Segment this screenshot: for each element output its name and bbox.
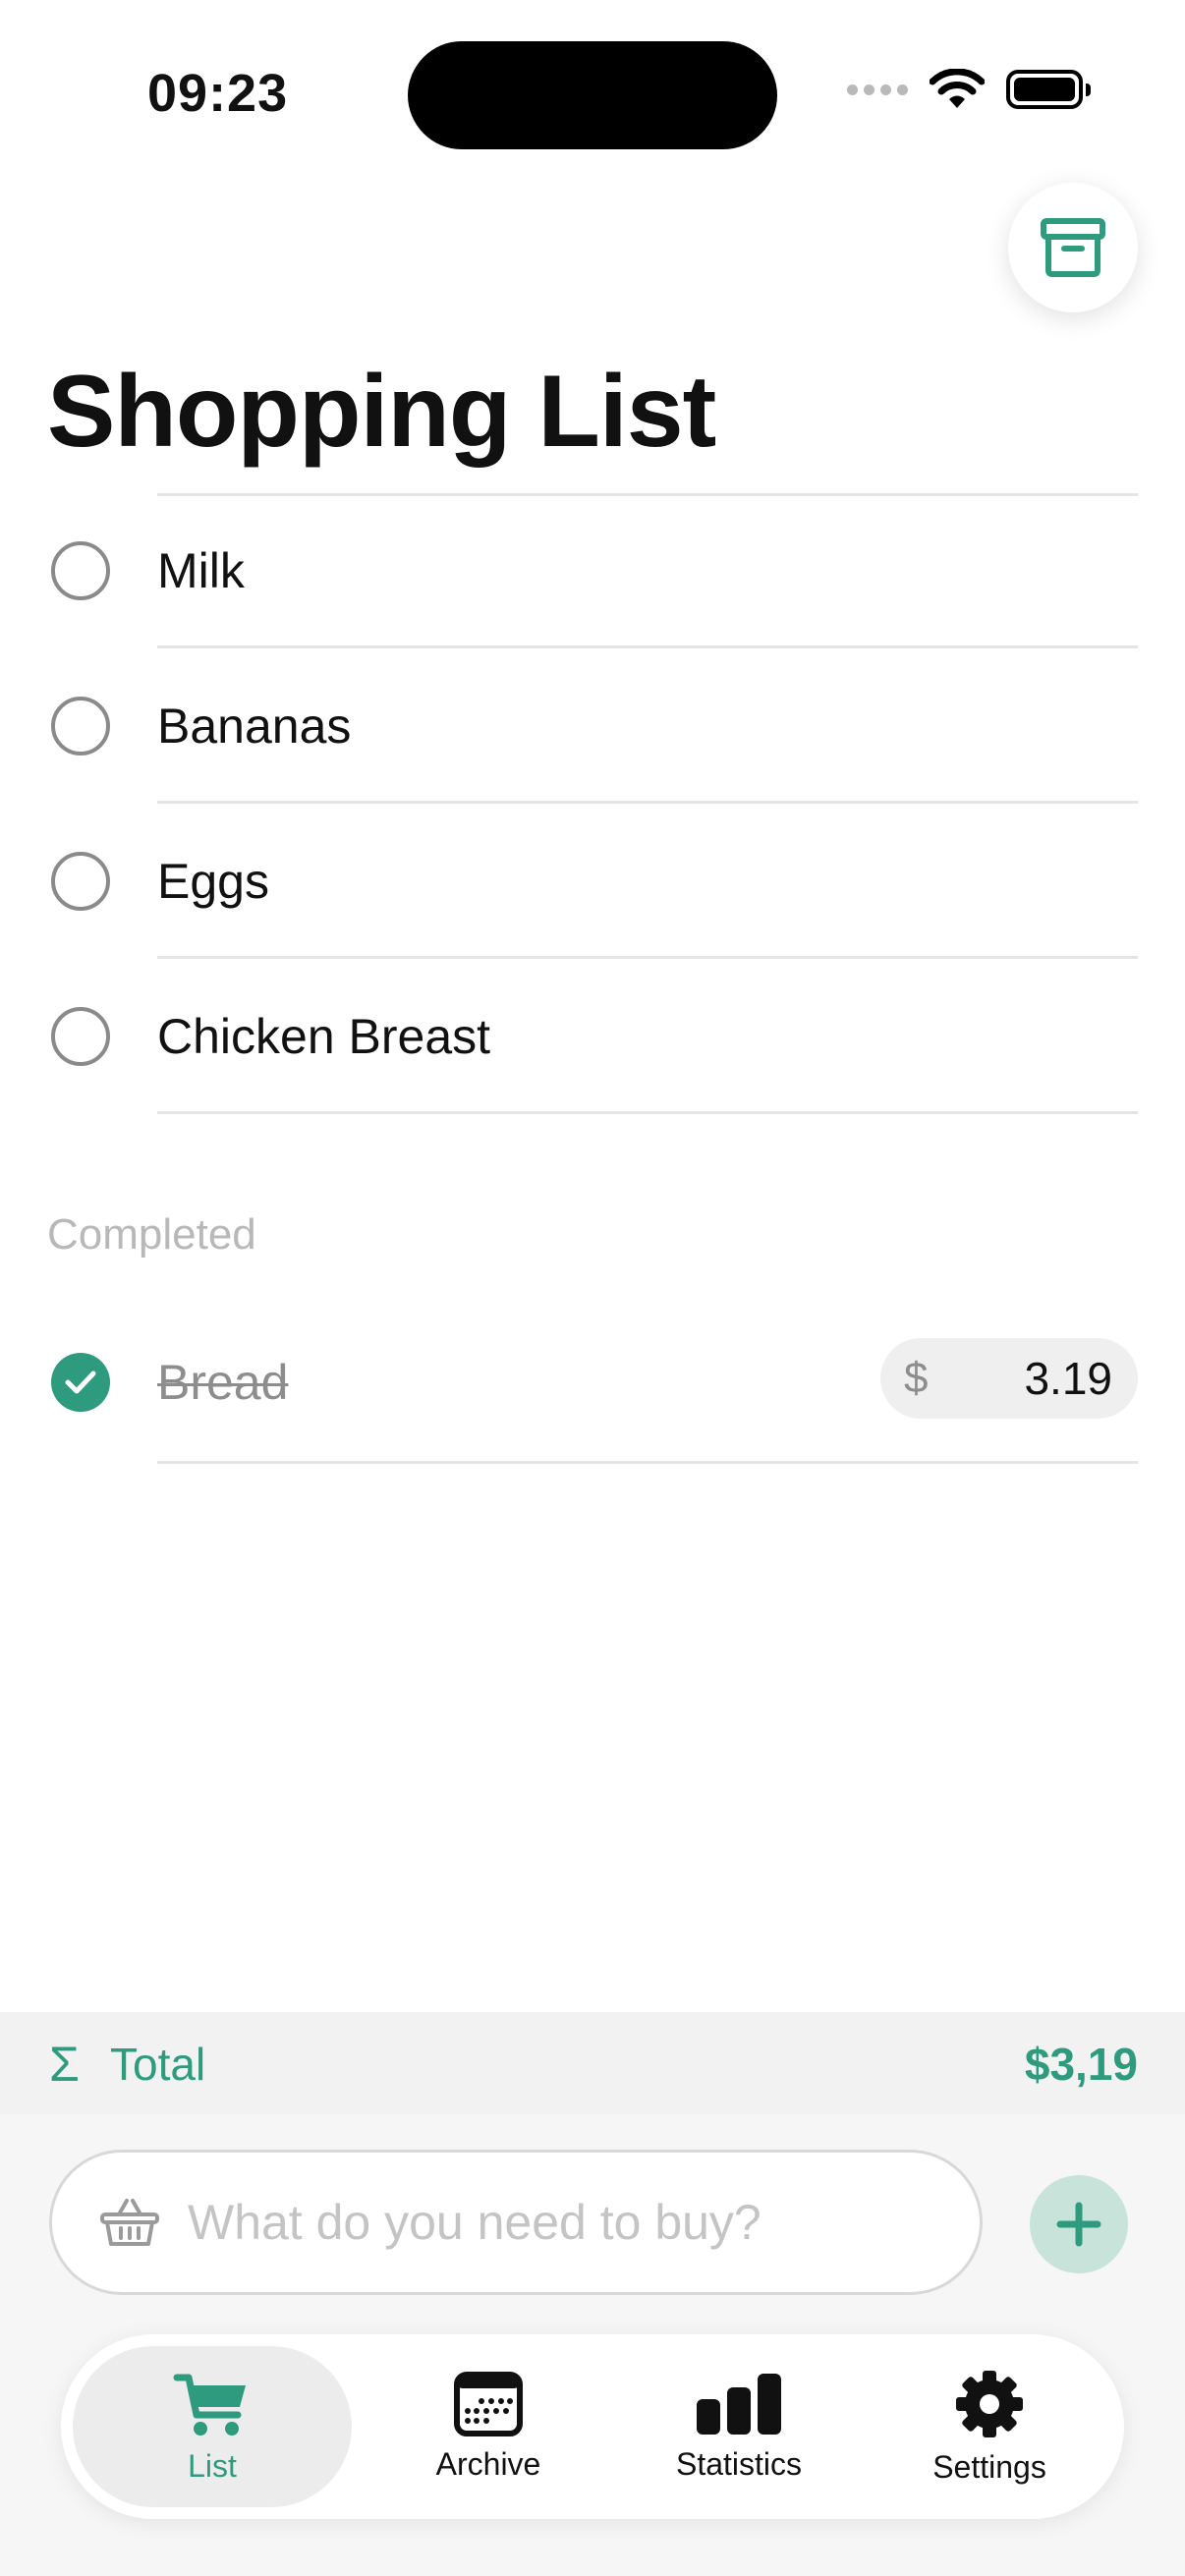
item-label: Bananas xyxy=(157,699,352,754)
item-checkbox[interactable] xyxy=(51,697,110,756)
status-time: 09:23 xyxy=(147,64,289,123)
page-title: Shopping List xyxy=(47,355,716,469)
price-currency: $ xyxy=(904,1354,929,1402)
cart-icon xyxy=(173,2374,246,2436)
tab-settings[interactable]: Settings xyxy=(886,2346,1093,2507)
status-icons xyxy=(847,69,1091,110)
tab-archive[interactable]: Archive xyxy=(385,2346,592,2507)
list-item[interactable]: Milk xyxy=(0,493,1185,648)
price-value[interactable]: 3.19 xyxy=(1024,1352,1112,1405)
add-item-input[interactable] xyxy=(188,2194,934,2251)
tab-label: Settings xyxy=(932,2448,1046,2485)
item-checkbox-checked[interactable] xyxy=(51,1353,110,1412)
list-item[interactable]: Bananas xyxy=(0,648,1185,804)
gear-icon xyxy=(956,2370,1023,2437)
list-item[interactable]: Eggs xyxy=(0,804,1185,959)
battery-icon xyxy=(1006,70,1091,109)
tab-label: List xyxy=(188,2447,237,2484)
bottom-area: List Archive Statistics xyxy=(0,2114,1185,2576)
completed-section-header: Completed xyxy=(47,1210,256,1259)
total-label: Total xyxy=(110,2039,206,2090)
item-label: Milk xyxy=(157,543,245,598)
price-field[interactable]: $ 3.19 xyxy=(880,1338,1138,1419)
bar-chart-icon xyxy=(697,2373,781,2435)
archive-button[interactable] xyxy=(1008,183,1138,312)
item-label: Chicken Breast xyxy=(157,1009,491,1064)
cellular-signal-icon xyxy=(847,84,908,95)
add-item-field[interactable] xyxy=(49,2150,983,2295)
wifi-icon xyxy=(930,69,985,108)
item-label: Bread xyxy=(157,1355,289,1410)
basket-icon xyxy=(100,2199,159,2246)
dynamic-island xyxy=(408,41,777,149)
tab-statistics[interactable]: Statistics xyxy=(631,2346,847,2507)
tab-bar: List Archive Statistics Settings xyxy=(61,2334,1124,2519)
completed-list-item[interactable]: Bread $ 3.19 xyxy=(0,1301,1185,1464)
list-item[interactable]: Chicken Breast xyxy=(0,959,1185,1114)
item-checkbox[interactable] xyxy=(51,541,110,600)
item-label: Eggs xyxy=(157,854,269,909)
item-checkbox[interactable] xyxy=(51,852,110,911)
total-value: $3,19 xyxy=(1024,2039,1138,2090)
total-bar: Σ Total $3,19 xyxy=(0,2012,1185,2114)
tab-label: Statistics xyxy=(675,2445,803,2482)
shopping-items-list: Milk Bananas Eggs Chicken Breast xyxy=(0,493,1185,1114)
list-divider xyxy=(157,1111,1138,1114)
item-checkbox[interactable] xyxy=(51,1007,110,1066)
archive-box-icon xyxy=(1041,218,1105,277)
tab-label: Archive xyxy=(435,2445,541,2482)
calendar-icon xyxy=(454,2371,523,2436)
sigma-icon: Σ xyxy=(49,2037,80,2092)
add-item-button[interactable] xyxy=(1030,2175,1128,2273)
list-divider xyxy=(157,1461,1138,1464)
plus-icon xyxy=(1056,2202,1101,2247)
tab-list[interactable]: List xyxy=(73,2346,352,2507)
checkmark-icon xyxy=(65,1371,96,1394)
